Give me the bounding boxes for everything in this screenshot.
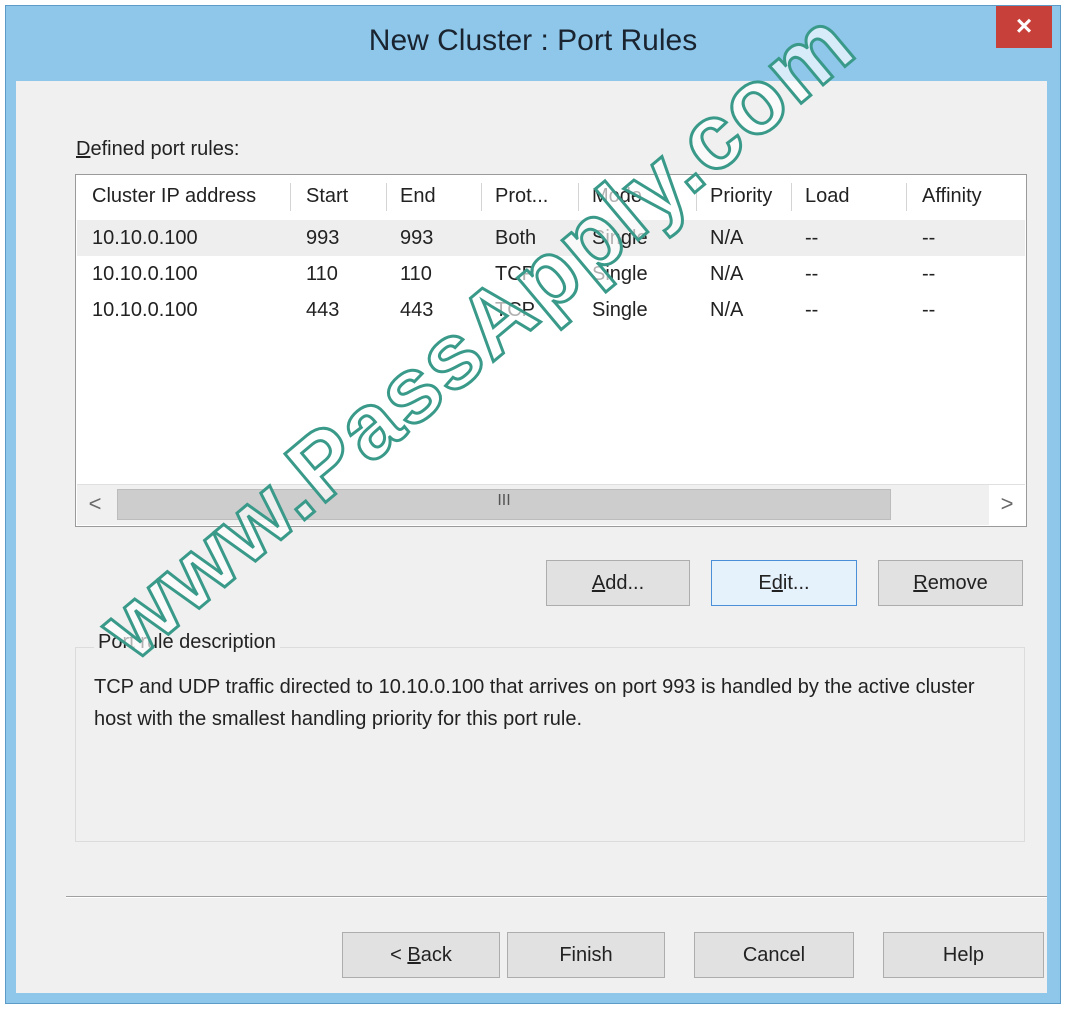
- dialog-window: New Cluster : Port Rules × Defined port …: [5, 5, 1061, 1004]
- back-button[interactable]: < Back: [342, 932, 500, 978]
- cell-end: 443: [400, 299, 434, 321]
- list-header: Cluster IP address Start End Prot... Mod…: [76, 175, 1026, 219]
- cell-affinity: --: [922, 227, 936, 249]
- column-header-start[interactable]: Start: [306, 175, 348, 217]
- cell-load: --: [805, 299, 819, 321]
- scroll-left-icon[interactable]: <: [77, 485, 113, 525]
- cell-priority: N/A: [710, 299, 744, 321]
- column-header-priority[interactable]: Priority: [710, 175, 772, 217]
- column-separator[interactable]: [906, 183, 907, 211]
- table-row[interactable]: 10.10.0.100 993 993 Both Single N/A -- -…: [77, 220, 1025, 256]
- cell-protocol: TCP: [495, 299, 535, 321]
- table-row[interactable]: 10.10.0.100 443 443 TCP Single N/A -- --: [77, 292, 1025, 328]
- scroll-right-icon[interactable]: >: [989, 485, 1025, 525]
- cell-cluster-ip: 10.10.0.100: [92, 263, 198, 285]
- column-header-protocol[interactable]: Prot...: [495, 175, 548, 217]
- cell-start: 110: [306, 263, 338, 285]
- cell-load: --: [805, 263, 819, 285]
- cell-end: 110: [400, 263, 432, 285]
- cell-mode: Single: [592, 263, 648, 285]
- finish-button[interactable]: Finish: [507, 932, 665, 978]
- column-header-load[interactable]: Load: [805, 175, 850, 217]
- cell-cluster-ip: 10.10.0.100: [92, 227, 198, 249]
- cell-start: 443: [306, 299, 340, 321]
- cell-priority: N/A: [710, 227, 744, 249]
- port-rules-list[interactable]: Cluster IP address Start End Prot... Mod…: [75, 174, 1027, 527]
- cell-start: 993: [306, 227, 340, 249]
- cell-cluster-ip: 10.10.0.100: [92, 299, 198, 321]
- add-label: dd...: [605, 572, 645, 594]
- cell-mode: Single: [592, 299, 648, 321]
- column-separator[interactable]: [696, 183, 697, 211]
- cell-affinity: --: [922, 299, 936, 321]
- window-title: New Cluster : Port Rules: [368, 24, 698, 57]
- back-label-post: ack: [420, 944, 452, 966]
- edit-button[interactable]: Edit...: [711, 560, 857, 606]
- column-separator[interactable]: [290, 183, 291, 211]
- cancel-button[interactable]: Cancel: [694, 932, 854, 978]
- remove-label: emove: [927, 572, 988, 594]
- back-label-pre: <: [390, 944, 408, 966]
- footer-divider: [66, 896, 1047, 898]
- port-rule-description-title: Port rule description: [94, 631, 280, 654]
- scroll-grip-icon: III: [497, 492, 511, 509]
- cell-priority: N/A: [710, 263, 744, 285]
- cell-mode: Single: [592, 227, 648, 249]
- remove-button[interactable]: Remove: [878, 560, 1023, 606]
- close-button[interactable]: ×: [996, 6, 1052, 48]
- defined-port-rules-label: Defined port rules:: [76, 138, 239, 161]
- cell-affinity: --: [922, 263, 936, 285]
- dialog-body: Defined port rules: Cluster IP address S…: [16, 81, 1047, 993]
- cell-protocol: Both: [495, 227, 537, 249]
- cell-protocol: TCP: [495, 263, 535, 285]
- port-rule-description-text: TCP and UDP traffic directed to 10.10.0.…: [94, 676, 975, 730]
- cell-load: --: [805, 227, 819, 249]
- cell-end: 993: [400, 227, 434, 249]
- column-separator[interactable]: [481, 183, 482, 211]
- horizontal-scrollbar[interactable]: < III >: [77, 484, 1025, 525]
- help-button[interactable]: Help: [883, 932, 1044, 978]
- add-access-key: A: [591, 572, 606, 594]
- edit-label-pre: E: [758, 572, 772, 594]
- label-access-key: D: [76, 138, 91, 160]
- column-separator[interactable]: [791, 183, 792, 211]
- column-header-affinity[interactable]: Affinity: [922, 175, 982, 217]
- table-row[interactable]: 10.10.0.100 110 110 TCP Single N/A -- --: [77, 256, 1025, 292]
- title-bar[interactable]: New Cluster : Port Rules ×: [6, 6, 1060, 81]
- column-header-mode[interactable]: Mode: [592, 175, 642, 217]
- edit-label-post: it...: [782, 572, 810, 594]
- add-button[interactable]: Add...: [546, 560, 690, 606]
- scroll-thumb[interactable]: III: [117, 489, 891, 520]
- column-separator[interactable]: [578, 183, 579, 211]
- label-text: efined port rules:: [90, 138, 240, 160]
- back-access-key: B: [407, 944, 421, 966]
- column-separator[interactable]: [386, 183, 387, 211]
- remove-access-key: R: [913, 572, 928, 594]
- column-header-cluster-ip[interactable]: Cluster IP address: [92, 175, 256, 217]
- edit-access-key: d: [771, 572, 783, 594]
- column-header-end[interactable]: End: [400, 175, 436, 217]
